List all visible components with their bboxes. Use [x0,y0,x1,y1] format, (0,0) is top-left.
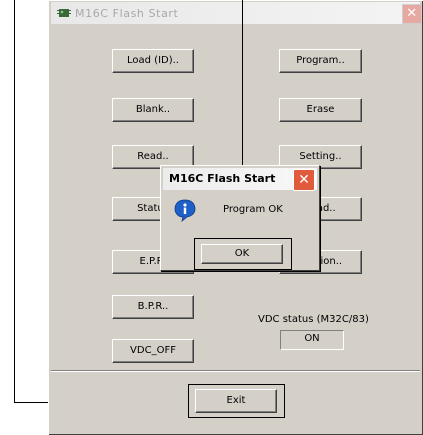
main-title: M16C Flash Start [75,6,179,20]
message-dialog: M16C Flash Start ✕ Program OK OK [160,165,320,271]
vdc-status-value: ON [280,330,344,350]
dialog-title: M16C Flash Start [169,172,276,185]
load-id-button[interactable]: Load (ID).. [112,49,194,73]
dialog-titlebar: M16C Flash Start ✕ [163,168,317,191]
vdc-off-button[interactable]: VDC_OFF [112,339,194,363]
close-icon[interactable]: ✕ [402,4,422,24]
exit-highlight-box [188,384,285,418]
info-icon [174,199,196,222]
blank-button[interactable]: Blank.. [112,98,194,122]
main-titlebar: M16C Flash Start ✕ [51,2,422,24]
callout-line-vertical [14,0,15,403]
program-button[interactable]: Program.. [279,49,362,73]
ok-highlight-box [194,238,292,270]
bpr-button[interactable]: B.P.R.. [112,295,194,319]
erase-button[interactable]: Erase [279,98,362,122]
dialog-message: Program OK [223,204,283,215]
vdc-status-label: VDC status (M32C/83) [258,314,369,325]
separator [51,370,420,372]
dialog-close-icon[interactable]: ✕ [293,169,315,191]
chip-icon [57,9,71,17]
